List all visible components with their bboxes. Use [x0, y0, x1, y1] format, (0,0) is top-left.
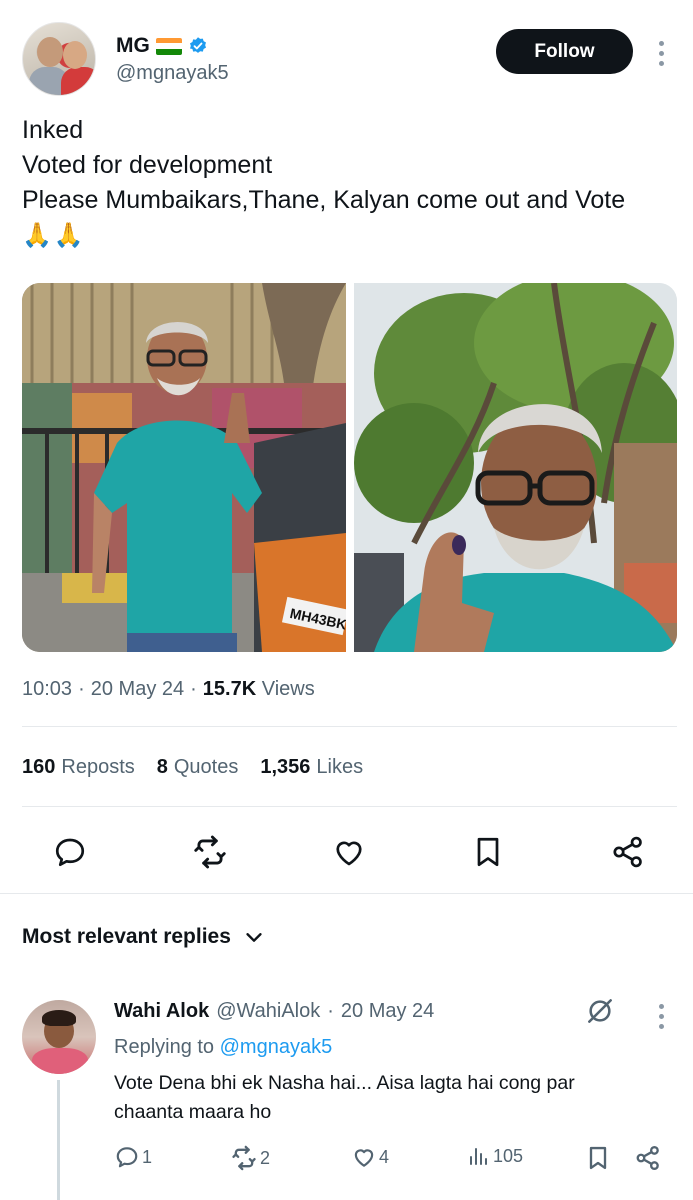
- meta-separator: ·: [78, 678, 85, 700]
- likes-stat[interactable]: 1,356 Likes: [260, 756, 363, 779]
- retweet-button[interactable]: [184, 826, 236, 878]
- quotes-stat[interactable]: 8 Quotes: [157, 756, 239, 779]
- author-handle[interactable]: @mgnayak5: [116, 62, 229, 85]
- quotes-count: 8: [156, 756, 168, 778]
- reposts-label: Reposts: [61, 756, 135, 778]
- reply-reply-count: 1: [142, 1146, 153, 1167]
- views-label: Views: [261, 678, 315, 700]
- retweet-icon: [232, 1145, 256, 1171]
- more-options-icon[interactable]: [658, 41, 664, 66]
- tweet-line: Inked: [22, 116, 84, 144]
- replying-to: Replying to @mgnayak5: [114, 1036, 332, 1059]
- thread-line: [57, 1080, 60, 1200]
- bookmark-button[interactable]: [462, 826, 514, 878]
- author-display-name[interactable]: MG: [116, 34, 150, 58]
- reply-sort-dropdown[interactable]: Most relevant replies: [22, 925, 265, 949]
- bookmark-icon: [477, 837, 499, 867]
- divider: [22, 806, 677, 807]
- tweet-time[interactable]: 10:03: [22, 678, 72, 701]
- photo-man-selfie-drawing: [353, 283, 677, 652]
- likes-count: 1,356: [260, 756, 311, 778]
- photo-man-standing-drawing: MH43BK: [22, 283, 346, 652]
- tweet-meta: 10:03 · 20 May 24 · 15.7K Views: [22, 678, 315, 701]
- reply-view-count: 105: [493, 1145, 524, 1166]
- grok-icon: [588, 999, 612, 1023]
- likes-label: Likes: [316, 756, 364, 778]
- like-button[interactable]: [323, 826, 375, 878]
- author-avatar[interactable]: [22, 22, 96, 96]
- follow-button[interactable]: Follow: [496, 29, 633, 74]
- reply-views-button[interactable]: 105: [467, 1144, 523, 1168]
- reply-share-button[interactable]: [634, 1144, 662, 1172]
- like-icon: [354, 1149, 374, 1167]
- reply-button[interactable]: [44, 826, 96, 878]
- chevron-down-icon: [246, 933, 262, 942]
- tweet-line: Please Mumbaikars,Thane, Kalyan come out…: [22, 186, 626, 214]
- tweet-media[interactable]: MH43BK: [22, 283, 677, 652]
- engagement-stats: 160 Reposts 8 Quotes 1,356 Likes: [22, 756, 363, 779]
- reply-author-avatar[interactable]: [22, 1000, 96, 1074]
- author-name-row[interactable]: MG: [116, 34, 208, 58]
- tweet-line: Voted for development: [22, 151, 273, 179]
- meta-separator: ·: [190, 678, 197, 700]
- photo-man-selfie[interactable]: [353, 283, 677, 652]
- views-stat[interactable]: 15.7K Views: [203, 678, 315, 701]
- photo-man-standing[interactable]: MH43BK: [22, 283, 346, 652]
- tweet-text: Inked Voted for development Please Mumba…: [22, 113, 682, 253]
- views-count: 15.7K: [202, 678, 257, 700]
- reply-text: Vote Dena bhi ek Nasha hai... Aisa lagta…: [114, 1072, 575, 1123]
- reply-author-name[interactable]: Wahi Alok: [114, 1000, 209, 1023]
- tweet-date[interactable]: 20 May 24: [91, 678, 184, 701]
- reply-like-count: 4: [379, 1146, 390, 1167]
- share-button[interactable]: [602, 826, 654, 878]
- reply-icon: [116, 1147, 138, 1168]
- divider: [22, 726, 677, 727]
- reply-like-button[interactable]: 4: [351, 1144, 389, 1170]
- reposts-count: 160: [22, 756, 56, 778]
- reply-retweet-button[interactable]: 2: [230, 1144, 270, 1172]
- reply-header: Wahi Alok @WahiAlok · 20 May 24: [114, 1000, 434, 1023]
- verified-badge-icon: [189, 37, 206, 53]
- reply-icon: [55, 838, 85, 867]
- tweet-action-bar: [22, 826, 677, 878]
- grok-button[interactable]: [584, 995, 616, 1027]
- quotes-label: Quotes: [173, 756, 239, 778]
- section-divider: [0, 893, 693, 894]
- reply-bookmark-button[interactable]: [584, 1144, 612, 1172]
- reply-more-options-icon[interactable]: [658, 1004, 664, 1029]
- meta-separator: ·: [327, 1000, 334, 1022]
- share-icon: [636, 1145, 659, 1171]
- reply-sort-label: Most relevant replies: [22, 925, 231, 948]
- retweet-icon: [194, 835, 226, 869]
- views-chart-icon: [470, 1148, 487, 1165]
- bookmark-icon: [589, 1146, 607, 1170]
- like-icon: [336, 841, 362, 866]
- replying-to-handle[interactable]: @mgnayak5: [220, 1036, 333, 1058]
- folded-hands-emoji: 🙏🙏: [22, 222, 86, 249]
- reply-author-handle[interactable]: @WahiAlok: [216, 1000, 320, 1023]
- reply-action-bar: 1 2 4 105: [114, 1144, 674, 1174]
- reply-retweet-count: 2: [260, 1147, 271, 1168]
- reply-reply-button[interactable]: 1: [114, 1144, 152, 1170]
- reply-date[interactable]: 20 May 24: [341, 1000, 434, 1023]
- reposts-stat[interactable]: 160 Reposts: [22, 756, 135, 779]
- share-icon: [613, 836, 642, 868]
- replying-to-label: Replying to: [114, 1036, 215, 1058]
- india-flag-icon: [155, 37, 182, 55]
